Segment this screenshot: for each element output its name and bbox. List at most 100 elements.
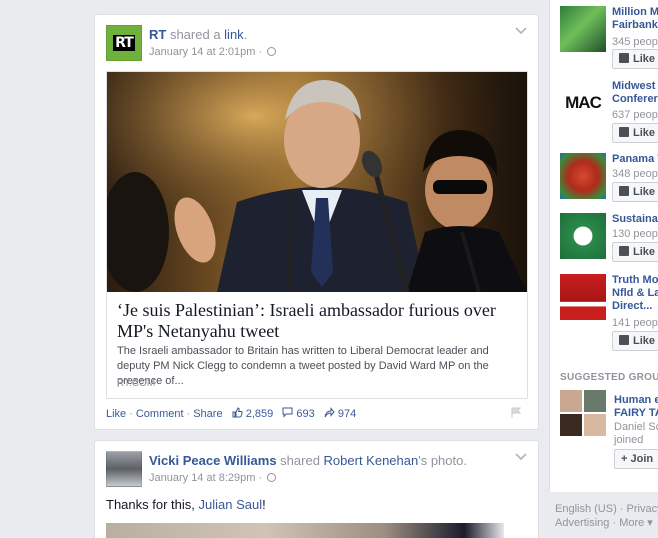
feed-story: Vicki Peace Williams shared Robert Keneh… bbox=[94, 440, 539, 538]
story-text: Thanks for this, Julian Saul! bbox=[106, 497, 266, 512]
like-label: Like bbox=[633, 246, 656, 258]
actor-link[interactable]: RT bbox=[149, 27, 166, 42]
object-link[interactable]: link bbox=[224, 27, 244, 42]
story-headline: RT shared a link. bbox=[149, 27, 247, 42]
page-name[interactable]: Million M Fairbank bbox=[612, 6, 658, 32]
shares-count-text: 974 bbox=[337, 408, 357, 420]
story-headline: Vicki Peace Williams shared Robert Keneh… bbox=[149, 453, 467, 468]
object-link[interactable]: Robert Kenehan bbox=[324, 453, 419, 468]
footer-links-line[interactable]: Advertising · More ▾ bbox=[555, 516, 658, 530]
group-meta: Daniel Sc joined bbox=[614, 421, 658, 447]
thumbs-up-icon bbox=[619, 335, 629, 345]
suggested-page: MAC MidwestConferer 637 people Like bbox=[560, 80, 658, 143]
story-after: 's photo. bbox=[418, 453, 467, 468]
comments-count[interactable]: 693 bbox=[282, 407, 317, 420]
share-button[interactable]: Share bbox=[193, 408, 222, 420]
suggested-page: Million MFairbank 345 people Like bbox=[560, 6, 658, 69]
comments-count-text: 693 bbox=[296, 408, 315, 420]
page-like-count: 130 people bbox=[612, 228, 658, 240]
group-meta-line: joined bbox=[614, 434, 644, 446]
share-title[interactable]: ‘Je suis Palestinian’: Israeli ambassado… bbox=[117, 300, 517, 342]
like-page-button[interactable]: Like bbox=[612, 49, 658, 69]
action-separator: · bbox=[129, 408, 133, 420]
thumbs-up-icon bbox=[619, 246, 629, 256]
like-page-button[interactable]: Like bbox=[612, 242, 658, 262]
timestamp-link[interactable]: January 14 at 8:29pm bbox=[149, 472, 255, 484]
thumbs-up-icon bbox=[619, 127, 629, 137]
page-name[interactable]: Midwest Conferer bbox=[612, 80, 658, 106]
chevron-down-icon[interactable] bbox=[514, 453, 528, 463]
page-name[interactable]: Sustaina bbox=[612, 213, 658, 226]
thumbs-up-icon bbox=[619, 186, 629, 196]
page-name-line: Sustaina bbox=[612, 213, 658, 225]
avatar[interactable]: RT bbox=[106, 25, 142, 61]
page-name-line: Direct... bbox=[612, 300, 653, 312]
likes-count-text: 2,859 bbox=[245, 408, 274, 420]
suggested-page: Sustaina 130 people Like bbox=[560, 213, 658, 269]
group-name-line: Human e bbox=[614, 394, 658, 406]
suggested-page: Panama V 348 people Like bbox=[560, 153, 658, 209]
suggested-page: Truth MoNfld & LaDirect... 141 people Li… bbox=[560, 274, 658, 351]
story-timestamp: January 14 at 8:29pm · bbox=[149, 472, 277, 484]
story-text-prefix: Thanks for this, bbox=[106, 497, 199, 512]
avatar[interactable] bbox=[106, 451, 142, 487]
like-page-button[interactable]: Like bbox=[612, 123, 658, 143]
page-thumbnail[interactable] bbox=[560, 153, 606, 199]
time-separator: · bbox=[255, 46, 266, 58]
story-verb: shared a bbox=[166, 27, 225, 42]
mac-logo: MAC bbox=[565, 93, 602, 112]
footer-links-line[interactable]: English (US) · Privacy bbox=[555, 502, 658, 516]
like-page-button[interactable]: Like bbox=[612, 182, 658, 202]
shares-count[interactable]: 974 bbox=[324, 407, 357, 420]
right-sidebar: Million MFairbank 345 people Like MAC Mi… bbox=[549, 0, 658, 492]
share-description: The Israeli ambassador to Britain has wr… bbox=[117, 345, 489, 387]
story-timestamp: January 14 at 2:01pm · bbox=[149, 46, 277, 58]
flag-icon[interactable] bbox=[510, 407, 522, 419]
page-name-line: Nfld & La bbox=[612, 287, 658, 299]
page-like-count: 141 people bbox=[612, 317, 658, 329]
chevron-down-icon[interactable] bbox=[514, 27, 528, 37]
likes-count[interactable]: 2,859 bbox=[232, 407, 277, 420]
like-button[interactable]: Like bbox=[106, 408, 126, 420]
like-label: Like bbox=[633, 335, 656, 347]
page-thumbnail[interactable] bbox=[560, 274, 606, 320]
like-label: Like bbox=[633, 186, 656, 198]
page-name[interactable]: Truth Mo Nfld & La Direct... bbox=[612, 274, 658, 313]
page-thumbnail[interactable] bbox=[560, 6, 606, 52]
suggested-groups-heading: SUGGESTED GROUPS bbox=[560, 372, 658, 383]
thumbs-up-icon bbox=[619, 53, 629, 63]
page-name-line: Panama V bbox=[612, 153, 658, 165]
page-thumbnail[interactable] bbox=[560, 213, 606, 259]
like-label: Like bbox=[633, 127, 656, 139]
link-share-card[interactable]: ‘Je suis Palestinian’: Israeli ambassado… bbox=[106, 71, 528, 399]
page-like-count: 345 people bbox=[612, 36, 658, 48]
comment-icon bbox=[282, 407, 293, 418]
join-group-button[interactable]: + Join bbox=[614, 449, 658, 469]
page-name-line: Conferer bbox=[612, 93, 658, 105]
story-header: RT RT shared a link. January 14 at 2:01p… bbox=[106, 25, 528, 65]
share-domain: RT.COM bbox=[117, 378, 156, 389]
rt-logo-text: RT bbox=[113, 35, 135, 51]
story-header: Vicki Peace Williams shared Robert Keneh… bbox=[106, 451, 528, 491]
share-image[interactable] bbox=[107, 72, 527, 292]
like-page-button[interactable]: Like bbox=[612, 331, 658, 351]
page-name-line: Truth Mo bbox=[612, 274, 658, 286]
suggested-group: Human e FAIRY TA Daniel Sc joined + Join bbox=[560, 390, 658, 470]
feed-story: RT RT shared a link. January 14 at 2:01p… bbox=[94, 14, 539, 430]
actor-link[interactable]: Vicki Peace Williams bbox=[149, 453, 277, 468]
page-like-count: 348 people bbox=[612, 168, 658, 180]
like-label: Like bbox=[633, 53, 656, 65]
page-name[interactable]: Panama V bbox=[612, 153, 658, 166]
mention-link[interactable]: Julian Saul bbox=[198, 497, 262, 512]
timestamp-link[interactable]: January 14 at 2:01pm bbox=[149, 46, 255, 58]
page-name-line: Midwest bbox=[612, 80, 656, 92]
group-name-line: FAIRY TA bbox=[614, 407, 658, 419]
action-separator: · bbox=[186, 408, 191, 420]
group-name[interactable]: Human e FAIRY TA bbox=[614, 394, 658, 420]
page-thumbnail[interactable]: MAC bbox=[560, 80, 606, 126]
shared-photo[interactable] bbox=[106, 523, 504, 538]
group-meta-line: Daniel Sc bbox=[614, 421, 658, 433]
group-member-thumbnails[interactable] bbox=[560, 390, 606, 436]
story-after: . bbox=[243, 27, 248, 42]
comment-button[interactable]: Comment bbox=[136, 408, 184, 420]
